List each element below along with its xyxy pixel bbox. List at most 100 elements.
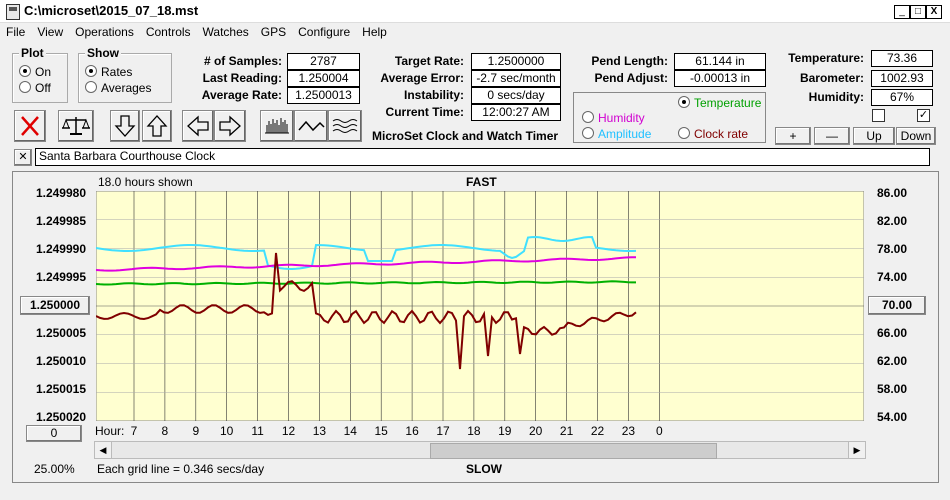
sensor-temperature-radio[interactable]: Temperature xyxy=(678,96,761,110)
temperature-field: 73.36 xyxy=(871,50,933,67)
up-button[interactable]: Up xyxy=(853,127,895,145)
option-checkbox-1[interactable] xyxy=(872,109,885,122)
radio-icon xyxy=(678,127,690,139)
zero-button[interactable]: 0 xyxy=(26,425,82,442)
minimize-button[interactable]: _ xyxy=(894,5,910,19)
pend-length-label: Pend Length: xyxy=(591,54,668,68)
menu-help[interactable]: Help xyxy=(356,22,393,40)
target-rate-field[interactable]: 1.2500000 xyxy=(471,53,561,70)
shift-left-button[interactable] xyxy=(182,110,214,142)
menu-watches[interactable]: Watches xyxy=(197,22,255,40)
show-group: Show Rates Averages xyxy=(78,46,172,103)
samples-field: 2787 xyxy=(287,53,360,70)
minus-button[interactable]: — xyxy=(814,127,850,145)
current-time-field: 12:00:27 AM xyxy=(471,104,561,121)
right-center-button[interactable]: 70.00 xyxy=(868,296,926,315)
hour-tick: 23 xyxy=(621,424,636,438)
hour-tick: 9 xyxy=(192,424,200,438)
left-tick: 1.249995 xyxy=(35,270,86,284)
balance-scale-icon xyxy=(62,117,90,135)
right-tick: 66.00 xyxy=(876,326,907,340)
menu-view[interactable]: View xyxy=(31,22,69,40)
window-title: C:\microset\2015_07_18.mst xyxy=(24,3,199,18)
average-rate-label: Average Rate: xyxy=(201,88,282,102)
hour-tick: 21 xyxy=(559,424,574,438)
scroll-thumb[interactable] xyxy=(430,443,717,459)
radio-icon xyxy=(85,65,97,77)
hour-tick: 7 xyxy=(130,424,138,438)
hour-tick: 12 xyxy=(281,424,296,438)
menu-configure[interactable]: Configure xyxy=(292,22,356,40)
close-clock-button[interactable]: ✕ xyxy=(14,149,32,166)
average-rate-field: 1.2500013 xyxy=(287,87,360,104)
hour-tick: 11 xyxy=(251,424,264,438)
left-center-button[interactable]: 1.250000 xyxy=(20,296,90,315)
average-error-field: -2.7 sec/month xyxy=(471,70,561,87)
scroll-left-icon[interactable]: ◀ xyxy=(95,442,112,458)
right-tick: 62.00 xyxy=(876,354,907,368)
show-averages-radio[interactable]: Averages xyxy=(85,81,151,95)
radio-icon xyxy=(19,65,31,77)
left-tick: 1.250020 xyxy=(35,410,86,424)
fast-label: FAST xyxy=(466,175,497,189)
down-button[interactable]: Down xyxy=(896,127,936,145)
plot-off-radio[interactable]: Off xyxy=(19,81,51,95)
bar-graph-button[interactable] xyxy=(260,110,294,142)
radio-icon xyxy=(678,96,690,108)
current-time-label: Current Time: xyxy=(385,105,464,119)
multi-wave-icon xyxy=(332,119,358,133)
hour-tick: 20 xyxy=(529,424,543,438)
right-tick: 54.00 xyxy=(876,410,907,424)
humidity-field: 67% xyxy=(871,89,933,106)
plus-button[interactable]: + xyxy=(775,127,811,145)
hour-tick: 8 xyxy=(161,424,169,438)
bar-graph-icon xyxy=(265,118,289,134)
humidity-label: Humidity: xyxy=(808,90,864,104)
menu-file[interactable]: File xyxy=(0,22,31,40)
clock-name-field[interactable]: Santa Barbara Courthouse Clock xyxy=(35,148,930,166)
left-tick: 1.250005 xyxy=(35,326,86,340)
pend-adjust-label: Pend Adjust: xyxy=(594,71,668,85)
multi-wave-button[interactable] xyxy=(328,110,362,142)
shift-right-button[interactable] xyxy=(214,110,246,142)
hours-shown-label: 18.0 hours shown xyxy=(98,175,193,189)
option-checkbox-2[interactable]: ✓ xyxy=(917,109,930,122)
scroll-right-icon[interactable]: ▶ xyxy=(848,442,865,458)
sensor-amplitude-radio[interactable]: Amplitude xyxy=(582,127,651,141)
balance-button[interactable] xyxy=(58,110,94,142)
radio-icon xyxy=(582,127,594,139)
barometer-field: 1002.93 xyxy=(871,70,933,87)
instability-label: Instability: xyxy=(403,88,464,102)
menu-controls[interactable]: Controls xyxy=(140,22,197,40)
wave-button[interactable] xyxy=(294,110,328,142)
plot-group-title: Plot xyxy=(19,46,46,60)
hour-tick: 0 xyxy=(655,424,663,438)
maximize-button[interactable]: □ xyxy=(910,5,926,19)
title-bar[interactable]: C:\microset\2015_07_18.mst _ □ X xyxy=(0,0,950,23)
zoom-label: 25.00% xyxy=(34,462,75,476)
wave-icon xyxy=(298,120,325,132)
radio-icon xyxy=(582,111,594,123)
sensor-clock-rate-radio[interactable]: Clock rate xyxy=(678,127,748,141)
plot-on-radio[interactable]: On xyxy=(19,65,51,79)
hour-tick: 10 xyxy=(220,424,234,438)
close-button[interactable]: X xyxy=(926,5,942,19)
hour-tick: 22 xyxy=(590,424,605,438)
pend-adjust-field[interactable]: -0.00013 in xyxy=(674,70,766,87)
pend-length-field[interactable]: 61.144 in xyxy=(674,53,766,70)
cancel-button[interactable] xyxy=(14,110,46,142)
last-reading-field: 1.250004 xyxy=(287,70,360,87)
menu-gps[interactable]: GPS xyxy=(255,22,292,40)
menu-operations[interactable]: Operations xyxy=(69,22,140,40)
show-group-title: Show xyxy=(85,46,121,60)
shift-down-button[interactable] xyxy=(110,110,140,142)
sensor-humidity-radio[interactable]: Humidity xyxy=(582,111,645,125)
show-rates-radio[interactable]: Rates xyxy=(85,65,132,79)
hour-tick: 17 xyxy=(436,424,450,438)
barometer-label: Barometer: xyxy=(799,71,864,85)
shift-up-button[interactable] xyxy=(142,110,172,142)
time-scrollbar[interactable]: ◀ ▶ xyxy=(94,441,866,459)
left-tick: 1.249980 xyxy=(35,186,86,200)
left-tick: 1.250015 xyxy=(35,382,86,396)
hour-axis-label: Hour: xyxy=(95,424,125,438)
